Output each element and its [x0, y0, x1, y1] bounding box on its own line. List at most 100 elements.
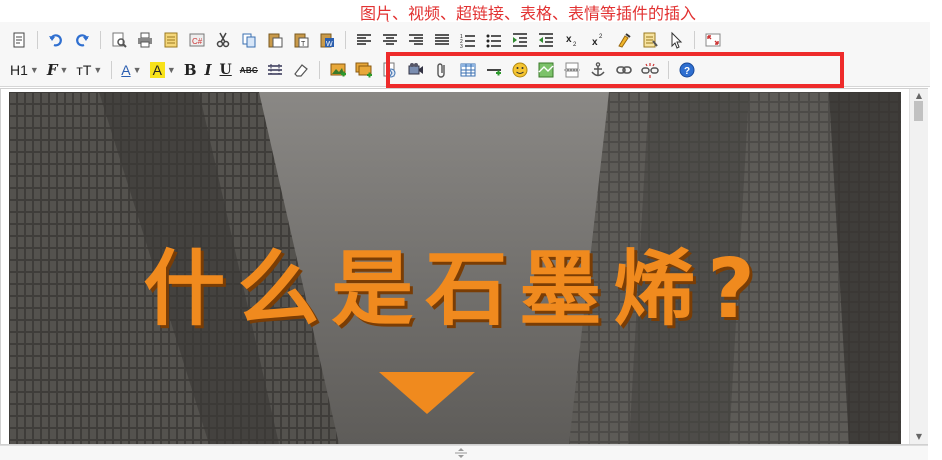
table-button[interactable]	[457, 59, 479, 81]
font-size-label: тT	[76, 62, 92, 78]
unlink-icon	[641, 63, 659, 78]
vertical-scrollbar[interactable]: ▲ ▼	[909, 89, 928, 444]
align-right-button[interactable]	[405, 29, 427, 51]
clear-format-icon	[618, 33, 631, 48]
strikethrough-button[interactable]: ABC	[238, 59, 260, 81]
chevron-down-icon: ▼	[166, 65, 176, 75]
fore-color-button[interactable]: A ▼	[119, 59, 143, 81]
copy-icon	[242, 33, 256, 48]
align-center-button[interactable]	[379, 29, 401, 51]
paste-button[interactable]	[264, 29, 286, 51]
anchor-icon	[591, 62, 605, 77]
about-button[interactable]: ?	[676, 59, 698, 81]
chevron-down-icon: ▼	[132, 65, 142, 75]
indent-button[interactable]	[509, 29, 531, 51]
svg-text:2: 2	[599, 34, 603, 40]
unordered-list-icon	[486, 34, 501, 48]
baidu-map-icon	[538, 62, 554, 78]
copy-button[interactable]	[238, 29, 260, 51]
baidu-map-button[interactable]	[535, 59, 557, 81]
align-left-button[interactable]	[353, 29, 375, 51]
page-break-button[interactable]	[561, 59, 583, 81]
article-image: 什么是石墨烯?	[9, 92, 901, 444]
attachment-button[interactable]	[431, 59, 453, 81]
source-code-button[interactable]	[8, 29, 30, 51]
heading-label: H1	[10, 62, 28, 78]
fullscreen-button[interactable]	[702, 29, 724, 51]
toolbar-separator	[319, 61, 320, 79]
horizontal-rule-button[interactable]	[483, 59, 505, 81]
outdent-icon	[539, 33, 553, 47]
paste-word-button[interactable]: W	[316, 29, 338, 51]
emoticon-icon	[512, 62, 528, 78]
paste-text-icon: T	[294, 33, 309, 48]
code-snippet-button[interactable]: C#	[186, 29, 208, 51]
preview-icon	[112, 32, 127, 48]
italic-button[interactable]: I	[203, 59, 214, 81]
bold-button[interactable]: B	[182, 59, 199, 81]
align-justify-icon	[435, 34, 449, 45]
toolbar-row-1: C# T W 1 2 3 x 2 x 2	[6, 25, 726, 55]
subscript-icon: x2	[566, 34, 577, 48]
cut-button[interactable]	[212, 29, 234, 51]
subscript-button[interactable]: x2	[561, 29, 583, 51]
svg-text:?: ?	[684, 66, 690, 77]
paragraph-spacing-button[interactable]	[264, 59, 286, 81]
flash-button[interactable]	[379, 59, 401, 81]
fullscreen-icon	[705, 33, 721, 47]
chevron-down-icon: ▼	[29, 65, 39, 75]
toolbar-separator	[694, 31, 695, 49]
editor-area[interactable]: 什么是石墨烯? ▲ ▼	[0, 88, 928, 445]
insert-image-icon	[330, 63, 346, 77]
heading-dropdown[interactable]: H1 ▼	[8, 59, 41, 81]
align-right-icon	[409, 34, 423, 45]
font-family-dropdown[interactable]: F ▼	[45, 59, 71, 81]
undo-button[interactable]	[45, 29, 67, 51]
anchor-button[interactable]	[587, 59, 609, 81]
flash-icon	[383, 62, 396, 78]
fore-color-label: A	[121, 62, 131, 78]
preview-button[interactable]	[108, 29, 130, 51]
insert-plugins-group: ?	[325, 59, 700, 81]
print-button[interactable]	[134, 29, 156, 51]
resize-bar[interactable]	[0, 445, 928, 460]
select-all-button[interactable]	[639, 29, 661, 51]
insert-image-button[interactable]	[327, 59, 349, 81]
link-icon	[616, 66, 632, 74]
underline-button[interactable]: U	[218, 59, 234, 81]
media-video-button[interactable]	[405, 59, 427, 81]
eraser-button[interactable]	[290, 59, 312, 81]
attachment-icon	[437, 63, 445, 78]
line-spacing-icon	[268, 64, 282, 76]
ordered-list-button[interactable]: 123	[457, 29, 479, 51]
indent-icon	[513, 33, 527, 47]
emoticon-button[interactable]	[509, 59, 531, 81]
align-center-icon	[383, 34, 397, 45]
unlink-button[interactable]	[639, 59, 661, 81]
select-cursor-button[interactable]	[665, 29, 687, 51]
svg-text:W: W	[326, 41, 333, 48]
toolbar-separator	[37, 31, 38, 49]
horizontal-rule-icon	[487, 69, 501, 76]
multi-image-button[interactable]	[353, 59, 375, 81]
superscript-button[interactable]: x2	[587, 29, 609, 51]
svg-text:3: 3	[460, 44, 463, 49]
clear-format-button[interactable]	[613, 29, 635, 51]
page-break-icon	[564, 62, 580, 78]
font-size-dropdown[interactable]: тT ▼	[74, 59, 104, 81]
table-icon	[460, 63, 476, 77]
scroll-down-icon[interactable]: ▼	[910, 430, 928, 444]
redo-button[interactable]	[71, 29, 93, 51]
template-button[interactable]	[160, 29, 182, 51]
resize-grip-icon[interactable]	[454, 448, 468, 458]
align-justify-button[interactable]	[431, 29, 453, 51]
scrollbar-thumb[interactable]	[914, 101, 923, 121]
paste-text-button[interactable]: T	[290, 29, 312, 51]
hilite-color-button[interactable]: A ▼	[148, 59, 178, 81]
outdent-button[interactable]	[535, 29, 557, 51]
undo-icon	[49, 34, 62, 47]
unordered-list-button[interactable]	[483, 29, 505, 51]
link-button[interactable]	[613, 59, 635, 81]
toolbar-separator	[100, 31, 101, 49]
paste-icon	[268, 33, 283, 48]
